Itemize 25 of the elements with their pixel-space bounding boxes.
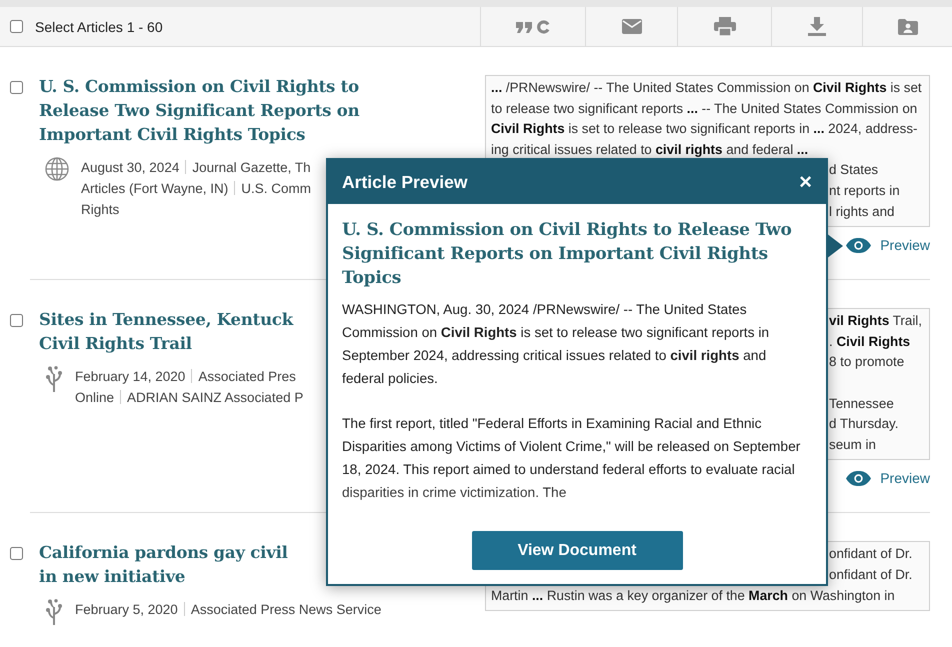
sprout-icon (45, 366, 63, 392)
preview-link[interactable]: Preview (846, 237, 930, 254)
folder-person-icon (898, 18, 918, 34)
article-title-link[interactable]: Sites in Tennessee, Kentuck Civil Rights Trail (39, 308, 304, 356)
close-button[interactable]: × (795, 171, 816, 193)
article-checkbox[interactable] (10, 314, 23, 328)
envelope-icon (622, 19, 642, 34)
download-icon (808, 17, 826, 36)
select-articles-label: Select Articles 1 - 60 (35, 18, 163, 34)
article-source-info: August 30, 2024 Journal Gazette, Th Articles (Fort Wayne, IN) U.S. Comm Rights (81, 159, 312, 219)
dialog-title: Article Preview (342, 172, 468, 192)
article-checkbox[interactable] (10, 547, 23, 560)
sprout-icon (45, 599, 63, 626)
cite-icon (516, 18, 550, 34)
preview-link[interactable]: Preview (846, 470, 930, 486)
article-source-info: February 5, 2020 Associated Press News Service (75, 601, 382, 620)
view-document-button[interactable]: View Document (472, 531, 682, 570)
select-all-checkbox[interactable] (10, 20, 23, 33)
article-source-info: February 14, 2020 Associated Pres Online ADRIAN SAINZ Associated P (75, 368, 304, 408)
print-icon (714, 17, 736, 36)
article-checkbox[interactable] (10, 81, 23, 94)
globe-icon (45, 157, 69, 181)
eye-icon (846, 238, 872, 253)
eye-icon (846, 470, 872, 486)
article-title-link[interactable]: U. S. Commission on Civil Rights to Release Two Significant Reports on Important Civil Rights Topics (39, 75, 360, 147)
